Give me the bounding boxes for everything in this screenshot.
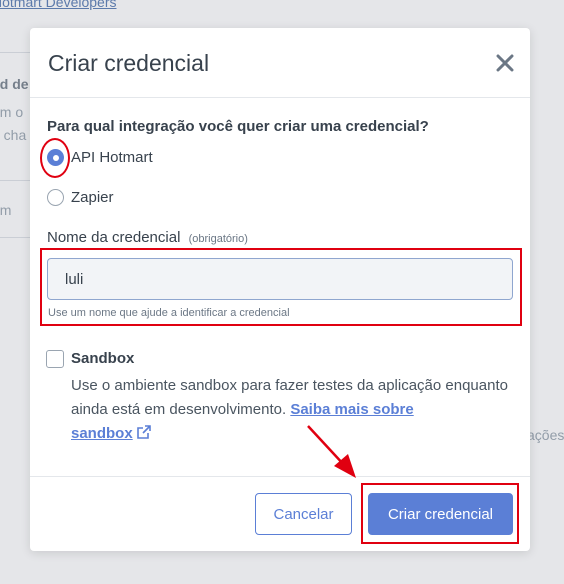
required-hint: (obrigatório) — [188, 233, 248, 245]
radio-zapier[interactable] — [47, 189, 64, 206]
credential-name-label: Nome da credencial (obrigatório) — [47, 229, 248, 246]
close-button[interactable] — [492, 50, 518, 76]
close-icon — [496, 54, 514, 72]
credential-name-input[interactable] — [47, 258, 513, 300]
modal-title: Criar credencial — [48, 50, 210, 76]
modal-footer-divider — [30, 476, 530, 477]
sandbox-checkbox[interactable] — [46, 350, 64, 368]
radio-label-zapier: Zapier — [71, 189, 114, 206]
modal-header: Criar credencial — [30, 28, 530, 98]
credential-name-helper: Use um nome que ajude a identificar a cr… — [48, 307, 290, 319]
create-credential-modal: Criar credencial Para qual integração vo… — [30, 28, 530, 551]
external-link-icon[interactable] — [136, 424, 152, 440]
sandbox-title: Sandbox — [71, 350, 135, 367]
sandbox-description: Use o ambiente sandbox para fazer testes… — [71, 374, 511, 446]
cancel-button[interactable]: Cancelar — [255, 493, 352, 535]
integration-question: Para qual integração você quer criar uma… — [47, 118, 429, 135]
annotation-ellipse — [40, 138, 70, 178]
credential-name-label-text: Nome da credencial — [47, 229, 181, 246]
radio-option-zapier[interactable]: Zapier — [47, 189, 114, 206]
annotation-box-button — [361, 483, 519, 544]
radio-label-api-hotmart: API Hotmart — [71, 149, 153, 166]
